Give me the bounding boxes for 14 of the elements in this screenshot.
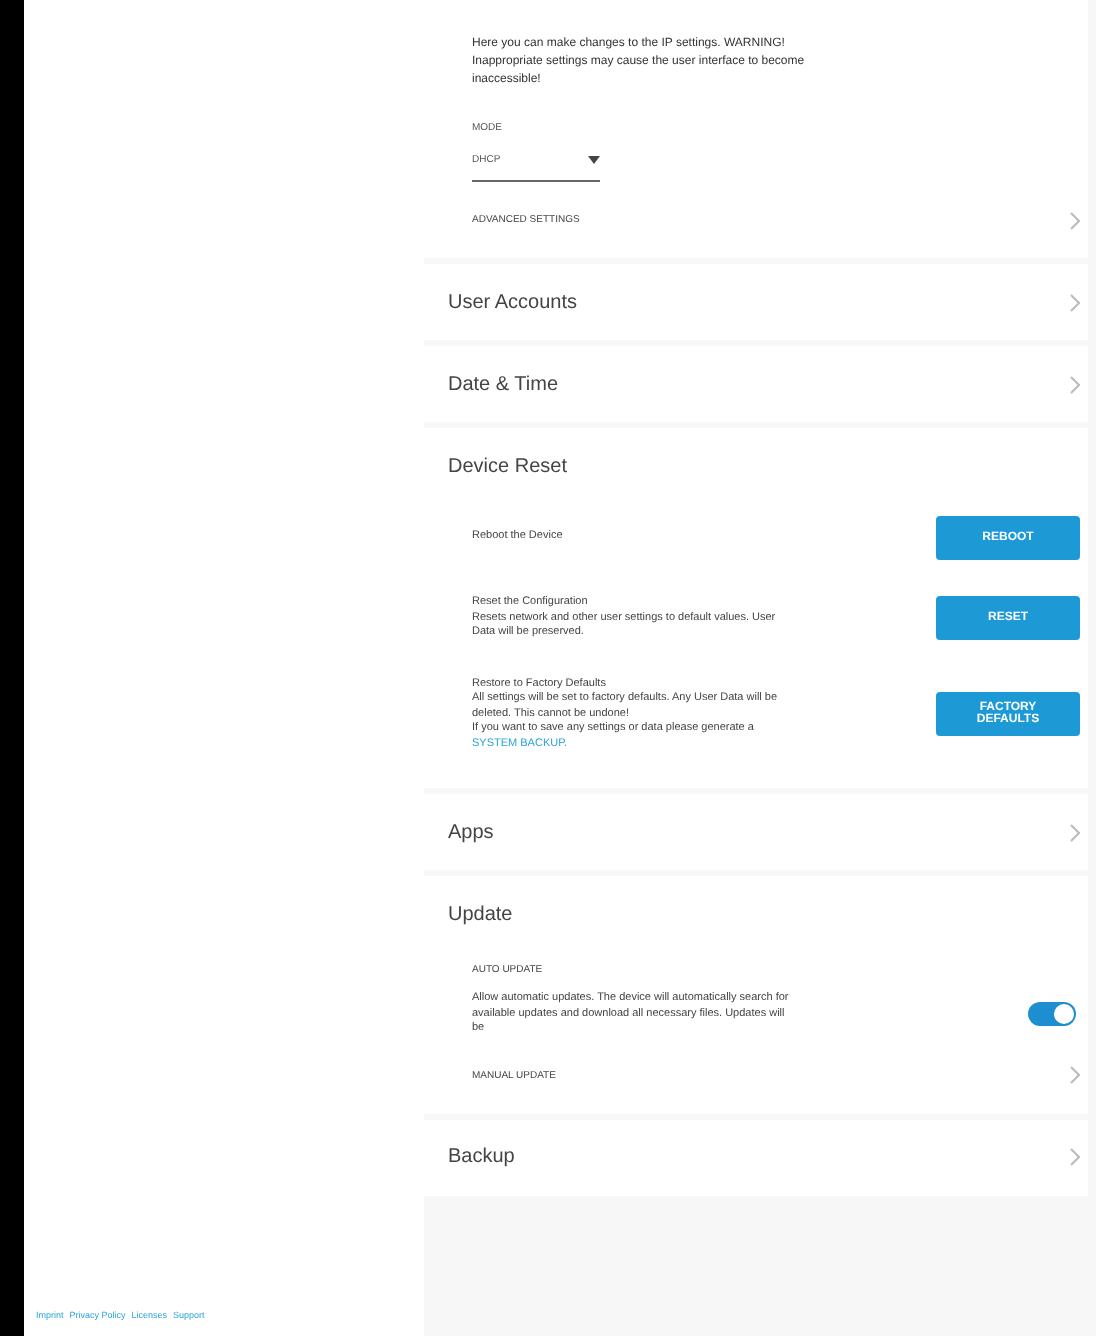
section-title: Device Reset [448, 455, 567, 477]
section-title[interactable]: Apps [448, 821, 494, 843]
chevron-right-icon [1070, 211, 1080, 229]
chevron-right-icon [1070, 375, 1080, 393]
chevron-right-icon [1070, 293, 1080, 311]
chevron-right-icon [1070, 1066, 1080, 1084]
section-title[interactable]: User Accounts [448, 291, 577, 313]
chevron-right-icon [1070, 1148, 1080, 1166]
auto-update-toggle[interactable] [1028, 1002, 1076, 1027]
chevron-right-icon [1070, 823, 1080, 841]
dropdown-caret-icon [588, 156, 600, 164]
section-title: Update [448, 903, 513, 925]
section-title[interactable]: Backup [448, 1146, 515, 1168]
section-title[interactable]: Date & Time [448, 373, 559, 395]
